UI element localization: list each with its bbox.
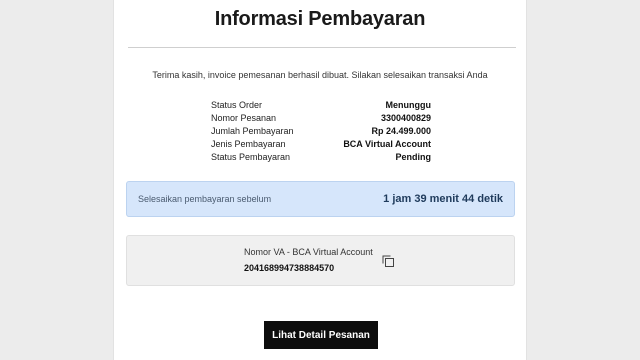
order-details: Status Order Menunggu Nomor Pesanan 3300… <box>211 99 431 164</box>
virtual-account-box: Nomor VA - BCA Virtual Account 204168994… <box>126 235 515 286</box>
detail-value: 3300400829 <box>380 113 431 123</box>
view-order-detail-button[interactable]: Lihat Detail Pesanan <box>264 321 378 349</box>
deadline-label: Selesaikan pembayaran sebelum <box>138 194 272 204</box>
thank-you-message: Terima kasih, invoice pemesanan berhasil… <box>152 70 488 80</box>
payment-deadline-banner: Selesaikan pembayaran sebelum 1 jam 39 m… <box>126 181 515 217</box>
va-number: 204168994738884570 <box>244 263 335 273</box>
detail-row-jenis-pembayaran: Jenis Pembayaran BCA Virtual Account <box>211 138 431 151</box>
detail-value: Menunggu <box>385 100 432 110</box>
detail-label: Jenis Pembayaran <box>211 139 286 149</box>
countdown-timer: 1 jam 39 menit 44 detik <box>383 193 503 205</box>
copy-icon[interactable] <box>381 254 395 268</box>
page-title: Informasi Pembayaran <box>214 8 426 30</box>
title-divider <box>128 47 516 48</box>
detail-value: Pending <box>395 152 432 162</box>
detail-row-status-pembayaran: Status Pembayaran Pending <box>211 151 431 164</box>
payment-info-card: Informasi Pembayaran Terima kasih, invoi… <box>113 0 527 360</box>
detail-row-jumlah-pembayaran: Jumlah Pembayaran Rp 24.499.000 <box>211 125 431 138</box>
detail-value: BCA Virtual Account <box>343 139 431 149</box>
detail-row-status-order: Status Order Menunggu <box>211 99 431 112</box>
detail-row-nomor-pesanan: Nomor Pesanan 3300400829 <box>211 112 431 125</box>
detail-label: Jumlah Pembayaran <box>211 126 294 136</box>
detail-label: Status Pembayaran <box>211 152 291 162</box>
detail-value: Rp 24.499.000 <box>371 126 431 136</box>
va-label: Nomor VA - BCA Virtual Account <box>244 247 373 257</box>
detail-label: Status Order <box>211 100 263 110</box>
detail-label: Nomor Pesanan <box>211 113 277 123</box>
